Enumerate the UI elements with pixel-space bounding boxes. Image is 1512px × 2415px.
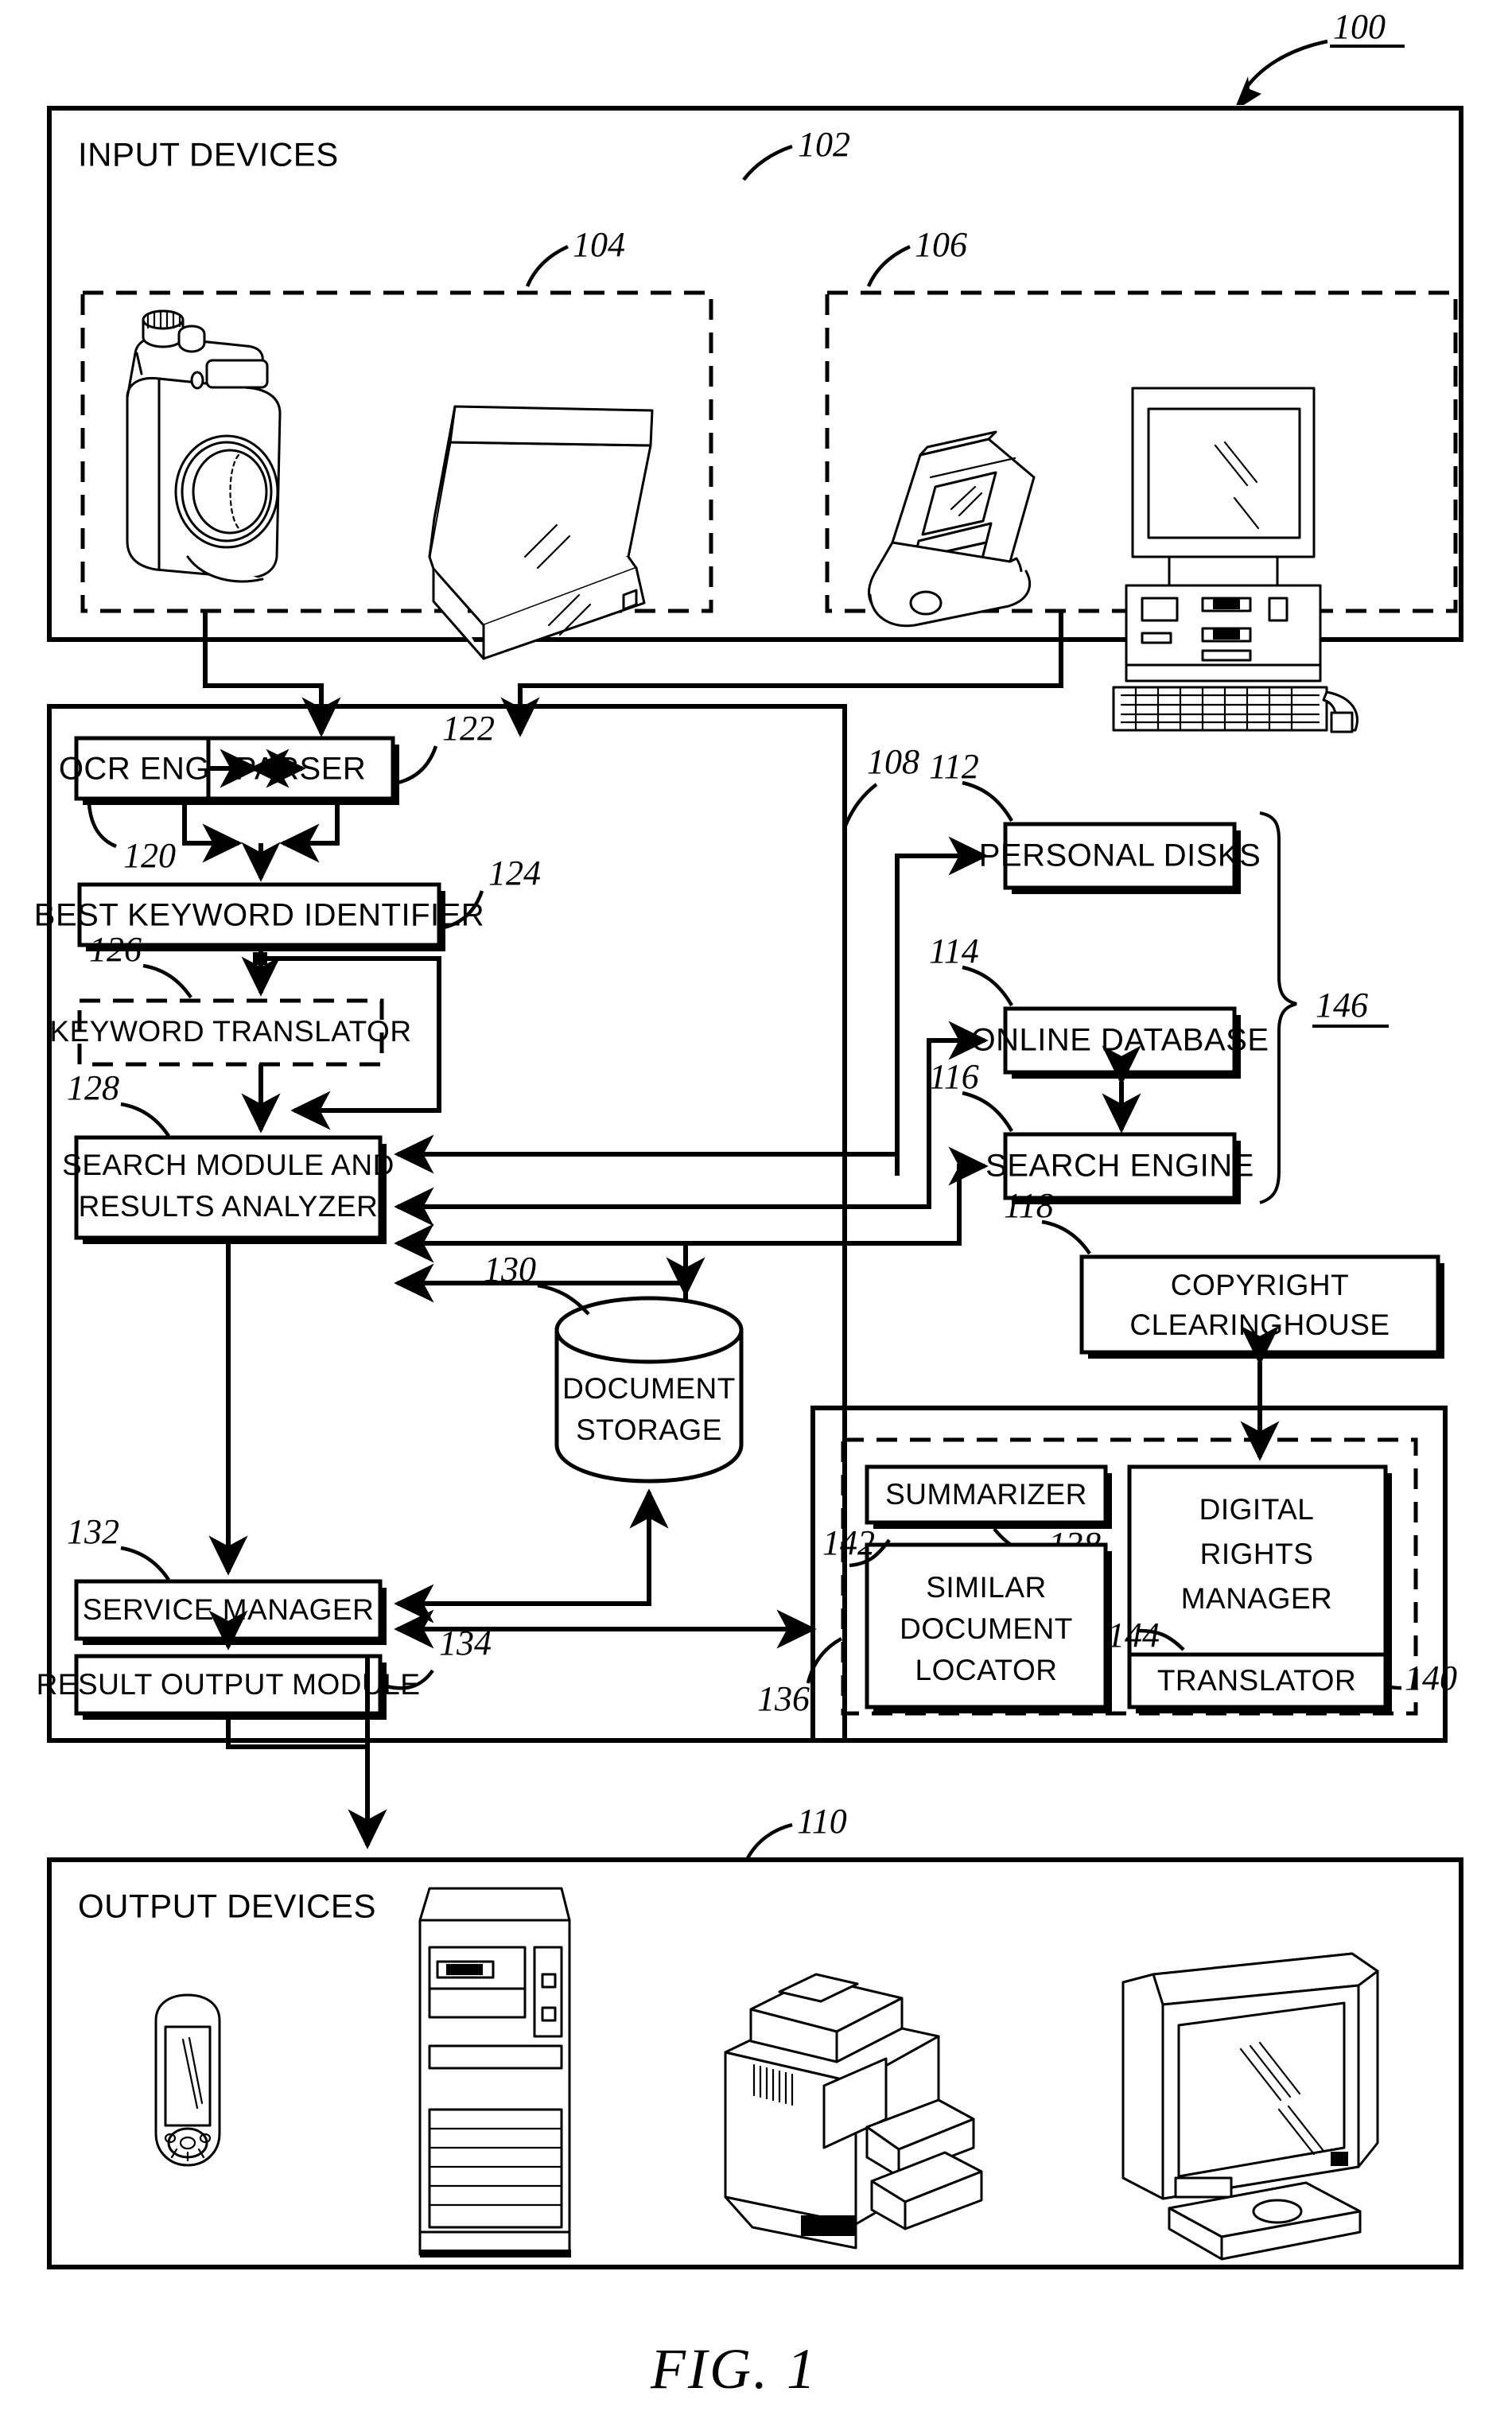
ref-118: 118 xyxy=(1004,1186,1054,1225)
summarizer-label: SUMMARIZER xyxy=(885,1478,1087,1511)
keyword-translator-label: KEYWORD TRANSLATOR xyxy=(49,1015,411,1048)
search-module-label-line1: SEARCH MODULE AND xyxy=(62,1149,395,1181)
ref-112: 112 xyxy=(929,747,979,786)
ref-128-callout: 128 xyxy=(67,1068,170,1138)
wire-docstorage-to-servicemgr xyxy=(394,1581,651,1624)
digital-rights-manager-label-line3: MANAGER xyxy=(1181,1582,1333,1615)
junction-dot xyxy=(253,952,267,965)
translator-label: TRANSLATOR xyxy=(1157,1664,1356,1697)
document-storage-label-line1: DOCUMENT xyxy=(562,1372,736,1405)
document-storage-label-line2: STORAGE xyxy=(576,1414,722,1446)
ref-142: 142 xyxy=(822,1523,875,1562)
ref-108-callout: 108 xyxy=(842,742,919,828)
ref-114: 114 xyxy=(929,931,979,970)
ref-122-callout: 122 xyxy=(397,709,495,785)
ref-104: 104 xyxy=(573,225,625,264)
search-module-label-line2: RESULTS ANALYZER xyxy=(79,1190,379,1223)
ref-136: 136 xyxy=(757,1679,810,1718)
ref-100: 100 xyxy=(1333,7,1386,46)
best-keyword-identifier-label: BEST KEYWORD IDENTIFIER xyxy=(34,898,484,933)
ref-122: 122 xyxy=(442,709,495,748)
ref-140: 140 xyxy=(1405,1659,1457,1698)
wire-search-to-search-engine xyxy=(948,1146,989,1246)
patent-figure: 100 INPUT DEVICES 102 104 106 108 OCR EN… xyxy=(0,0,1512,2415)
ref-110-callout: 110 xyxy=(746,1802,847,1860)
ref-130: 130 xyxy=(484,1250,536,1289)
printer-copier-icon xyxy=(724,1973,983,2250)
digital-rights-manager-label-line2: RIGHTS xyxy=(1200,1538,1314,1570)
result-output-module-label: RESULT OUTPUT MODULE xyxy=(37,1668,421,1701)
ref-116-callout: 116 xyxy=(929,1057,1013,1133)
ref-134: 134 xyxy=(439,1624,492,1662)
output-devices-title: OUTPUT DEVICES xyxy=(78,1887,376,1924)
ref-102: 102 xyxy=(798,125,850,164)
system-ref-100-callout: 100 xyxy=(1234,7,1405,111)
tower-computer-icon xyxy=(418,1887,571,2258)
ref-128: 128 xyxy=(67,1068,119,1107)
copyright-clearinghouse-label-line2: CLEARINGHOUSE xyxy=(1129,1309,1390,1341)
similar-document-locator-label-line3: LOCATOR xyxy=(915,1654,1058,1686)
digital-camera-icon xyxy=(126,309,282,583)
ref-106: 106 xyxy=(915,225,967,264)
pda-handheld-icon xyxy=(154,1993,221,2167)
group-brace-146: 146 xyxy=(1259,811,1389,1204)
similar-document-locator-label-line2: DOCUMENT xyxy=(900,1612,1073,1645)
ref-120: 120 xyxy=(123,836,176,875)
ref-132: 132 xyxy=(67,1512,119,1551)
ref-146: 146 xyxy=(1316,986,1368,1025)
service-manager-label: SERVICE MANAGER xyxy=(83,1593,375,1626)
similar-document-locator-label-line1: SIMILAR xyxy=(926,1571,1047,1604)
ref-112-callout: 112 xyxy=(929,747,1013,822)
ref-108: 108 xyxy=(867,742,919,781)
digital-rights-manager-label-line1: DIGITAL xyxy=(1199,1493,1315,1526)
wire-parser-down xyxy=(299,805,340,846)
ref-126: 126 xyxy=(89,930,142,969)
ref-132-callout: 132 xyxy=(67,1512,170,1581)
wire-search-to-personal-disks xyxy=(895,836,989,1176)
document-storage-cylinder[interactable]: DOCUMENT STORAGE xyxy=(554,1296,744,1484)
search-engine-label: SEARCH ENGINE xyxy=(985,1149,1254,1184)
online-database-label: ONLINE DATABASE xyxy=(971,1023,1269,1058)
ref-144: 144 xyxy=(1107,1616,1160,1655)
ref-120-callout: 120 xyxy=(87,803,176,875)
ref-116: 116 xyxy=(929,1057,979,1096)
input-devices-title: INPUT DEVICES xyxy=(78,135,339,173)
figure-caption: FIG. 1 xyxy=(650,2337,818,2401)
ref-114-callout: 114 xyxy=(929,931,1013,1007)
wire-ocr-down xyxy=(182,805,223,846)
ref-110: 110 xyxy=(797,1802,847,1841)
copyright-clearinghouse-label-line1: COPYRIGHT xyxy=(1171,1269,1349,1301)
ref-124: 124 xyxy=(488,854,541,892)
system-block-diagram: 100 INPUT DEVICES 102 104 106 108 OCR EN… xyxy=(0,0,1512,2415)
ref-136-callout: 136 xyxy=(757,1637,843,1718)
crt-monitor-icon xyxy=(1121,1952,1379,2261)
personal-disks-label: PERSONAL DISKS xyxy=(979,838,1261,873)
